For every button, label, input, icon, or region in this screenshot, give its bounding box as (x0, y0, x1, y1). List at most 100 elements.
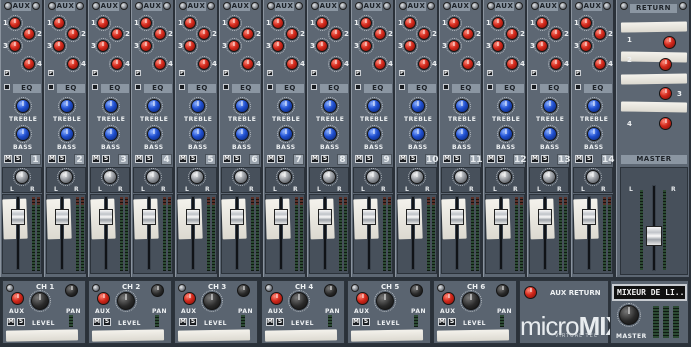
bass-knob[interactable] (543, 127, 557, 141)
mini-pan-knob[interactable] (237, 284, 250, 297)
aux-send-knob[interactable] (228, 17, 240, 29)
bass-knob[interactable] (60, 127, 74, 141)
mini-aux-knob[interactable] (183, 292, 196, 305)
pan-knob[interactable] (234, 170, 248, 184)
solo-button[interactable]: S (277, 155, 285, 163)
pre-fader-icon[interactable]: P (487, 70, 493, 76)
pan-knob[interactable] (59, 170, 73, 184)
bass-knob[interactable] (411, 127, 425, 141)
pan-knob[interactable] (410, 170, 424, 184)
return-knob[interactable] (659, 87, 672, 100)
pre-fader-icon[interactable]: P (355, 70, 361, 76)
aux-send-knob[interactable] (580, 17, 592, 29)
mini-scribble[interactable] (5, 329, 79, 342)
bass-knob[interactable] (323, 127, 337, 141)
mini-scribble[interactable] (436, 329, 510, 342)
mini-pan-knob[interactable] (324, 284, 337, 297)
aux-send-knob[interactable] (506, 58, 518, 70)
mini-aux-knob[interactable] (11, 292, 24, 305)
aux-send-knob[interactable] (404, 40, 416, 52)
solo-button[interactable]: S (585, 155, 593, 163)
aux-send-knob[interactable] (360, 40, 372, 52)
solo-button[interactable]: S (103, 318, 111, 326)
channel-fader[interactable] (186, 209, 200, 225)
mute-button[interactable]: M (399, 155, 407, 163)
aux-send-knob[interactable] (53, 17, 65, 29)
mini-scribble[interactable] (350, 329, 424, 342)
bass-knob[interactable] (367, 127, 381, 141)
mute-button[interactable]: M (135, 155, 143, 163)
eq-toggle-icon[interactable] (267, 84, 273, 90)
pre-fader-icon[interactable]: P (531, 70, 537, 76)
mute-button[interactable]: M (179, 155, 187, 163)
channel-fader[interactable] (582, 209, 596, 225)
aux-send-knob[interactable] (111, 28, 123, 40)
bass-knob[interactable] (587, 127, 601, 141)
pre-fader-icon[interactable]: P (179, 70, 185, 76)
aux-send-knob[interactable] (67, 58, 79, 70)
mute-button[interactable]: M (443, 155, 451, 163)
aux-send-knob[interactable] (462, 28, 474, 40)
eq-toggle-icon[interactable] (4, 84, 10, 90)
treble-knob[interactable] (104, 99, 118, 113)
bass-knob[interactable] (147, 127, 161, 141)
channel-fader[interactable] (99, 209, 113, 225)
aux-send-knob[interactable] (272, 40, 284, 52)
channel-fader[interactable] (318, 209, 332, 225)
pan-knob[interactable] (586, 170, 600, 184)
mute-button[interactable]: M (92, 155, 100, 163)
solo-button[interactable]: S (233, 155, 241, 163)
aux-send-knob[interactable] (228, 40, 240, 52)
pan-knob[interactable] (322, 170, 336, 184)
pre-fader-icon[interactable]: P (4, 70, 10, 76)
aux-send-knob[interactable] (23, 58, 35, 70)
aux-send-knob[interactable] (418, 58, 430, 70)
mute-button[interactable]: M (531, 155, 539, 163)
solo-button[interactable]: S (453, 155, 461, 163)
mini-aux-knob[interactable] (442, 292, 455, 305)
return-knob[interactable] (663, 36, 676, 49)
aux-send-knob[interactable] (9, 17, 21, 29)
aux-send-knob[interactable] (140, 17, 152, 29)
mini-scribble[interactable] (264, 329, 338, 342)
eq-toggle-icon[interactable] (575, 84, 581, 90)
pre-fader-icon[interactable]: P (223, 70, 229, 76)
channel-fader[interactable] (11, 209, 25, 225)
solo-button[interactable]: S (321, 155, 329, 163)
mute-button[interactable]: M (93, 318, 101, 326)
pre-fader-icon[interactable]: P (575, 70, 581, 76)
pre-fader-icon[interactable]: P (443, 70, 449, 76)
pan-knob[interactable] (366, 170, 380, 184)
bass-knob[interactable] (455, 127, 469, 141)
channel-fader[interactable] (450, 209, 464, 225)
aux-send-knob[interactable] (97, 40, 109, 52)
eq-toggle-icon[interactable] (531, 84, 537, 90)
mute-button[interactable]: M (311, 155, 319, 163)
mute-button[interactable]: M (179, 318, 187, 326)
pre-fader-icon[interactable]: P (311, 70, 317, 76)
return-scribble[interactable] (620, 21, 688, 33)
aux-send-knob[interactable] (242, 58, 254, 70)
mute-button[interactable]: M (4, 155, 12, 163)
eq-toggle-icon[interactable] (135, 84, 141, 90)
aux-send-knob[interactable] (272, 17, 284, 29)
solo-button[interactable]: S (541, 155, 549, 163)
aux-send-knob[interactable] (506, 28, 518, 40)
master-fader[interactable] (646, 226, 662, 246)
aux-send-knob[interactable] (594, 58, 606, 70)
pan-knob[interactable] (498, 170, 512, 184)
treble-knob[interactable] (16, 99, 30, 113)
channel-fader[interactable] (55, 209, 69, 225)
solo-button[interactable]: S (497, 155, 505, 163)
bass-knob[interactable] (16, 127, 30, 141)
aux-send-knob[interactable] (140, 40, 152, 52)
aux-send-knob[interactable] (286, 58, 298, 70)
pan-knob[interactable] (190, 170, 204, 184)
mini-pan-knob[interactable] (410, 284, 423, 297)
mini-aux-knob[interactable] (356, 292, 369, 305)
mini-pan-knob[interactable] (65, 284, 78, 297)
treble-knob[interactable] (191, 99, 205, 113)
mini-level-knob[interactable] (117, 292, 135, 310)
aux-send-knob[interactable] (154, 58, 166, 70)
treble-knob[interactable] (147, 99, 161, 113)
